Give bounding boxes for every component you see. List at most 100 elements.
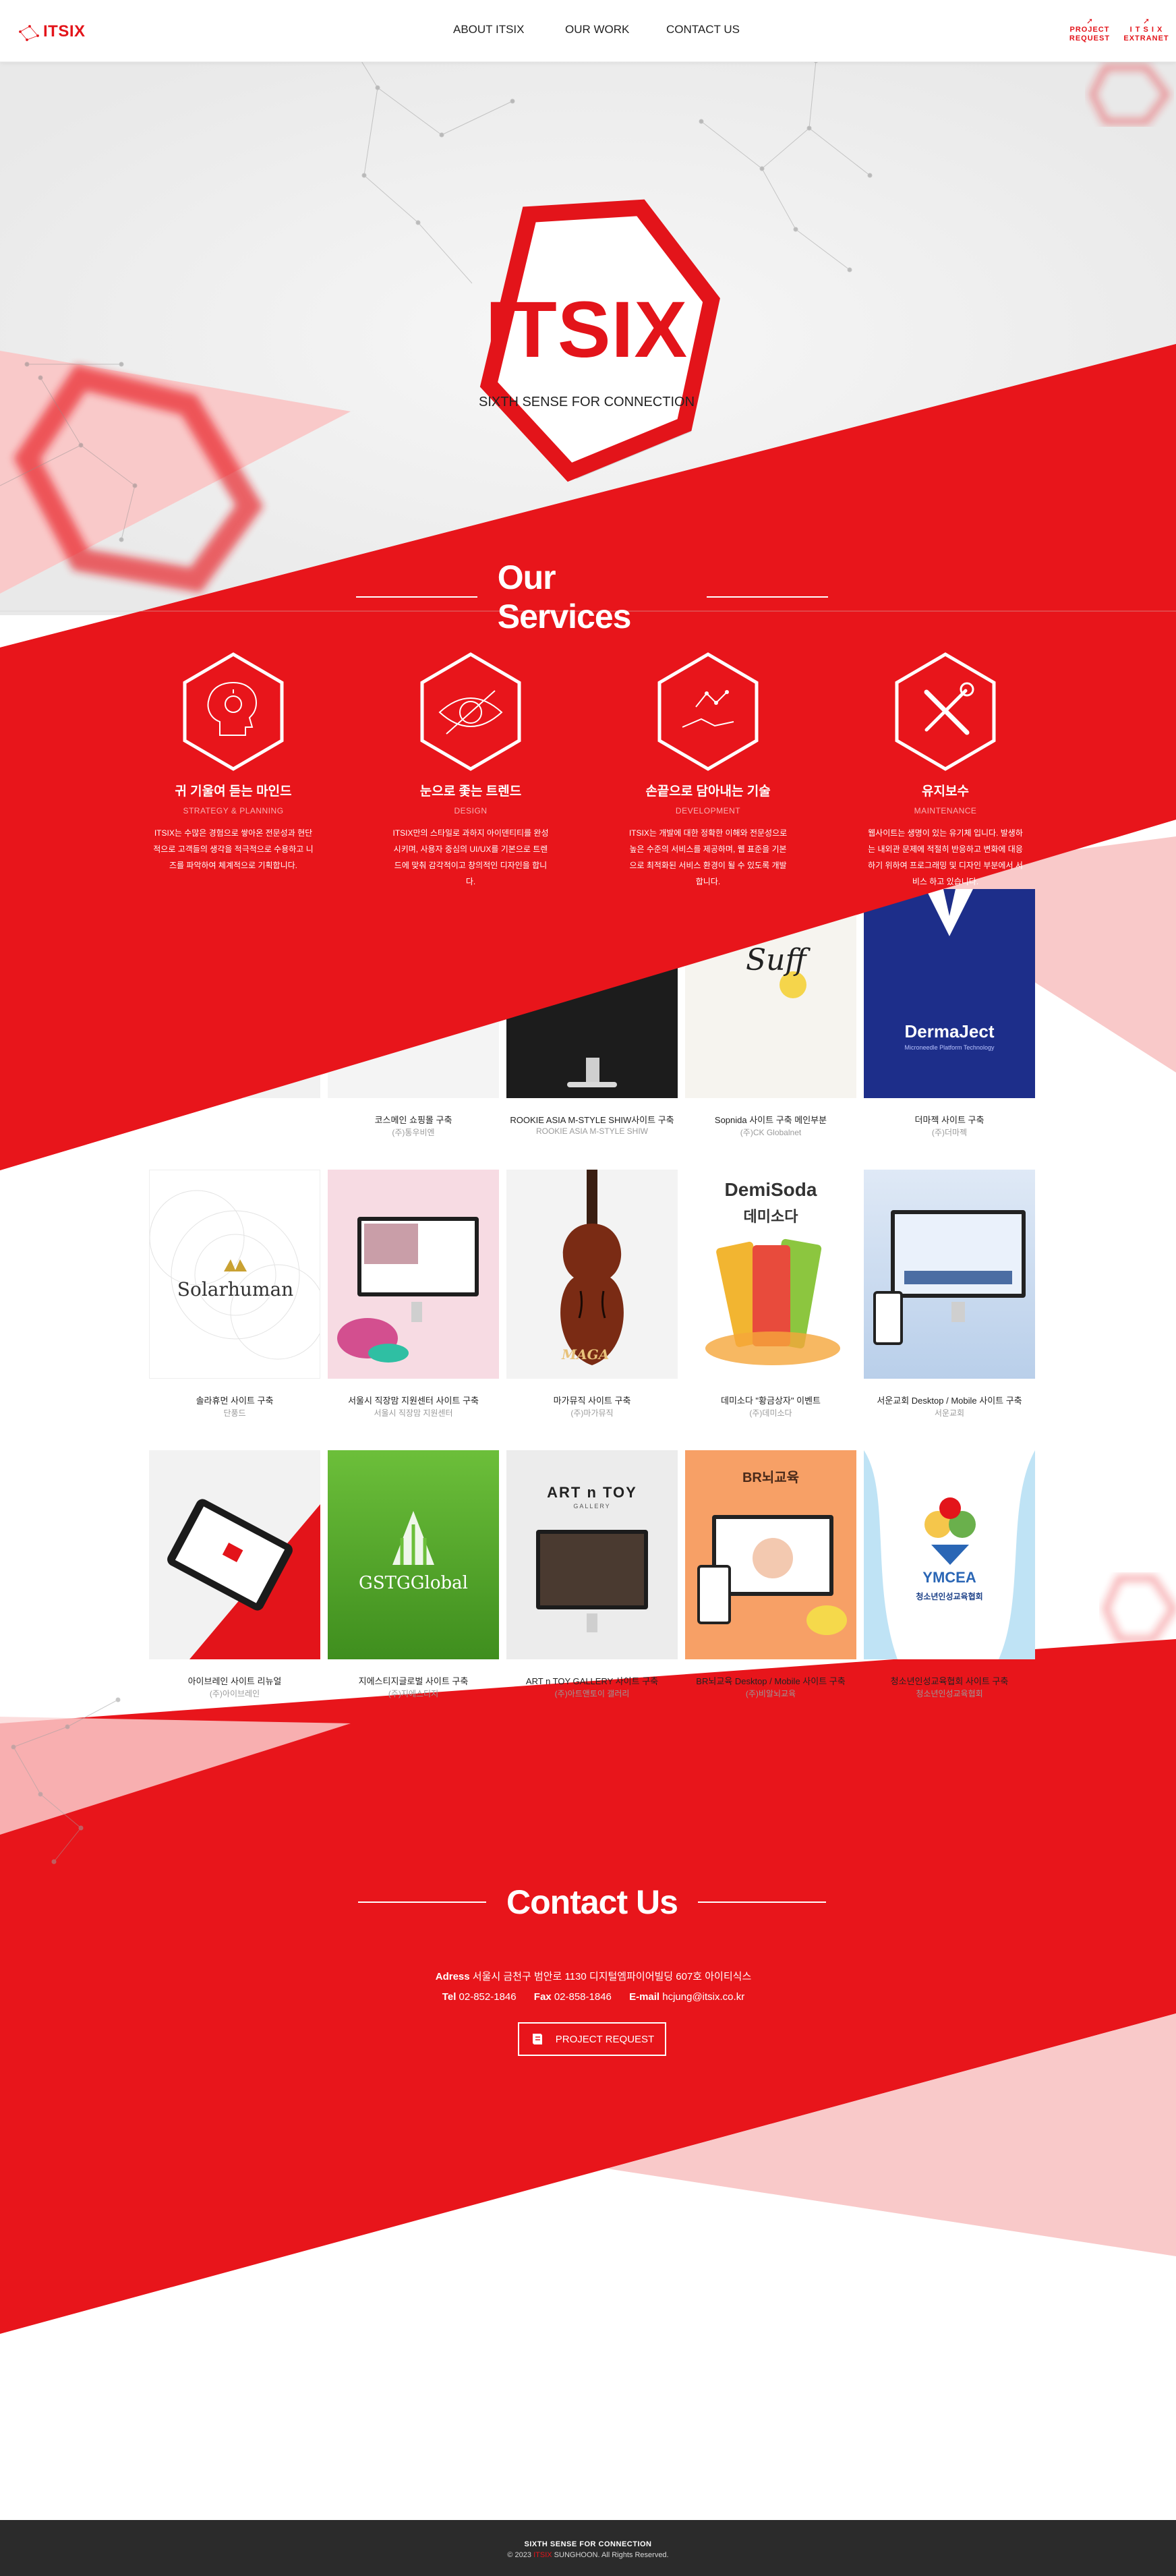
portfolio-card[interactable]: MAGA 마가뮤직 사이트 구축 (주)마가뮤직	[506, 1170, 678, 1426]
portfolio-card[interactable]: 서울시 직장맘 지원센터 사이트 구축 서울시 직장맘 지원센터	[328, 1170, 499, 1426]
portfolio-card[interactable]: Solarhuman 솔라휴먼 사이트 구축 단풍드	[149, 1170, 320, 1426]
nav-about[interactable]: ABOUT ITSIX	[453, 23, 565, 36]
portfolio-thumbnail: ART n TOY GALLERY	[506, 1450, 678, 1659]
service-description: 웹사이트는 생명이 있는 유기체 입니다. 발생하는 내외관 문제에 적절히 반…	[868, 828, 1023, 886]
portfolio-card[interactable]: ROOKIE ASIA M-STYLE SHIW사이트 구축 ROOKIE AS…	[506, 889, 678, 1145]
head-idea-icon	[183, 652, 284, 771]
contact-address-line: Adress 서울시 금천구 범안로 1130 디지털엠파이어빌딩 607호 아…	[297, 1967, 890, 1987]
copyright-suffix: SUNGHOON. All Rights Reserved.	[554, 2551, 669, 2559]
main-nav: ABOUT ITSIX OUR WORK CONTACT US	[453, 23, 747, 36]
site-logo[interactable]: ITSIX	[18, 15, 112, 49]
portfolio-card[interactable]: DemiSoda 데미소다 데미소다 "황금상자" 이벤트 (주)데미소다	[685, 1170, 856, 1426]
portfolio-client: (주)아이브레인	[209, 1689, 260, 1698]
portfolio-card[interactable]: 코스메인 쇼핑몰 구축 (주)통우비엔	[328, 889, 499, 1145]
portfolio-thumbnail: YMCEA 청소년인성교육협회	[864, 1450, 1035, 1659]
address-label: Adress	[435, 1971, 470, 1982]
portfolio-thumbnail	[149, 1450, 320, 1659]
portfolio-thumbnail	[506, 889, 678, 1098]
tel-label: Tel	[442, 1991, 457, 2003]
contact-title: Contact Us	[506, 1883, 678, 1921]
portfolio-client: (주)CK Globalnet	[740, 1128, 802, 1137]
ymcea-logo: YMCEA	[922, 1569, 976, 1586]
portfolio-card[interactable]: YMCEA 청소년인성교육협회 청소년인성교육협회 사이트 구축 청소년인성교육…	[864, 1450, 1035, 1707]
fax-label: Fax	[533, 1991, 552, 2003]
hero-subtitle: SIXTH SENSE FOR CONNECTION	[478, 395, 695, 409]
project-request-link[interactable]: ➚ PROJECT REQUEST	[1065, 16, 1114, 43]
footer-copyright: © 2023 ITSIX SUNGHOON. All Rights Reserv…	[0, 2551, 1176, 2559]
portfolio-name: 코스메인 쇼핑몰 구축	[374, 1115, 452, 1125]
service-subtitle: MAINTENANCE	[914, 806, 977, 815]
extranet-link[interactable]: ➚ I T S I X EXTRANET	[1122, 16, 1171, 43]
portfolio-thumbnail: DemiSoda 데미소다	[685, 1170, 856, 1379]
nav-our-work[interactable]: OUR WORK	[565, 23, 666, 36]
portfolio-card[interactable]: Suff Sopnida 사이트 구축 메인부분 (주)CK Globalnet	[685, 889, 856, 1145]
portfolio-client: 청소년인성교육협회	[916, 1689, 983, 1698]
portfolio-client: (주)마가뮤직	[570, 1408, 614, 1418]
heading-rule-right	[707, 596, 828, 598]
hand-tech-icon	[657, 652, 759, 771]
dermaject-logo: DermaJect	[904, 1021, 995, 1041]
site-footer: SIXTH SENSE FOR CONNECTION © 2023 ITSIX …	[0, 2520, 1176, 2576]
portfolio-card[interactable]: 아이브레인 사이트 리뉴얼 (주)아이브레인	[149, 1450, 320, 1707]
portfolio-card[interactable]: ART n TOY GALLERY ART n TOY GALLERY 사이트 …	[506, 1450, 678, 1707]
artntoy-logo: ART n TOY	[547, 1484, 637, 1501]
dermaject-tagline: Microneedle Platform Technology	[904, 1044, 995, 1051]
service-subtitle: DEVELOPMENT	[675, 806, 741, 815]
services-list: 귀 기울여 듣는 마인드 STRATEGY & PLANNING ITSIX는 …	[149, 652, 1066, 886]
portfolio-thumbnail	[328, 1170, 499, 1379]
tel-value: 02-852-1846	[459, 1991, 517, 2003]
portfolio-name: BR뇌교육 Desktop / Mobile 사이트 구축	[696, 1676, 846, 1686]
hero-title: ITSIX	[485, 285, 688, 374]
service-description: ITSIX만의 스타일로 과하지 아이덴티티를 완성시키며, 사용자 중심의 U…	[392, 828, 549, 886]
email-value[interactable]: hcjung@itsix.co.kr	[662, 1991, 744, 2003]
pointer-icon: ➚	[1142, 16, 1150, 26]
portfolio-client: (주)데미소다	[749, 1408, 792, 1418]
portfolio-name: 서울시 직장맘 지원센터 사이트 구축	[348, 1396, 479, 1406]
portfolio-card[interactable]: BR뇌교육 BR뇌교육 Desktop / Mobile 사이트 구축 (주)비…	[685, 1450, 856, 1707]
fax-value: 02-858-1846	[554, 1991, 612, 2003]
extranet-line2: EXTRANET	[1123, 34, 1169, 42]
portfolio-name: 지에스티지글로벌 사이트 구축	[358, 1676, 469, 1686]
extranet-line1: I T S I X	[1129, 26, 1163, 34]
demisoda-logo-kr: 데미소다	[743, 1208, 798, 1225]
portfolio-client: 서운교회	[934, 1408, 965, 1418]
portfolio-card[interactable]	[149, 889, 320, 1145]
portfolio-card[interactable]: GSTGGlobal 지에스티지글로벌 사이트 구축 (주)지에스티지	[328, 1450, 499, 1707]
project-request-line1: PROJECT	[1069, 26, 1110, 34]
service-description: ITSIX는 수많은 경험으로 쌓아온 전문성과 현단적으로 고객들의 생각을 …	[153, 828, 314, 870]
tools-icon	[895, 652, 996, 771]
email-label: E-mail	[629, 1991, 660, 2003]
ymcea-logo-kr: 청소년인성교육협회	[916, 1592, 983, 1601]
portfolio-name: 청소년인성교육협회 사이트 구축	[890, 1676, 1009, 1686]
portfolio-name: 서운교회 Desktop / Mobile 사이트 구축	[877, 1396, 1022, 1406]
service-title: 유지보수	[922, 784, 969, 799]
portfolio-name: 데미소다 "황금상자" 이벤트	[720, 1396, 821, 1406]
eye-icon	[420, 652, 521, 771]
service-item-maintenance: 유지보수 MAINTENANCE 웹사이트는 생명이 있는 유기체 입니다. 발…	[861, 652, 1030, 890]
service-title: 귀 기울여 듣는 마인드	[175, 784, 292, 799]
portfolio-name: 솔라휴먼 사이트 구축	[196, 1396, 274, 1406]
portfolio-thumbnail: BR뇌교육	[685, 1450, 856, 1659]
portfolio-card[interactable]: 서운교회 Desktop / Mobile 사이트 구축 서운교회	[864, 1170, 1035, 1426]
brain-logo: BR뇌교육	[742, 1470, 800, 1485]
portfolio-card[interactable]: DermaJect Microneedle Platform Technolog…	[864, 889, 1035, 1145]
copyright-brand: ITSIX	[533, 2551, 552, 2559]
portfolio-name: 아이브레인 사이트 리뉴얼	[187, 1676, 282, 1686]
portfolio-client: (주)아트앤토이 갤러리	[554, 1689, 630, 1698]
portfolio-thumbnail	[149, 889, 320, 1098]
portfolio-client: (주)지에스티지	[388, 1689, 439, 1698]
portfolio-name: ROOKIE ASIA M-STYLE SHIW사이트 구축	[510, 1115, 674, 1125]
heading-rule-left	[356, 596, 477, 598]
project-request-button[interactable]: PROJECT REQUEST	[518, 2022, 666, 2056]
project-request-label: PROJECT REQUEST	[555, 2033, 655, 2045]
portfolio-name: ART n TOY GALLERY 사이트 구축	[525, 1676, 659, 1686]
portfolio-thumbnail: Solarhuman	[149, 1170, 320, 1379]
pointer-icon: ➚	[1086, 16, 1094, 26]
contact-phone-line: Tel 02-852-1846 Fax 02-858-1846 E-mail h…	[297, 1987, 890, 2007]
portfolio-client: (주)비알뇌교육	[745, 1689, 796, 1698]
nav-contact[interactable]: CONTACT US	[666, 23, 747, 36]
contact-info: Adress 서울시 금천구 범안로 1130 디지털엠파이어빌딩 607호 아…	[297, 1967, 890, 2007]
portfolio-thumbnail: Suff	[685, 889, 856, 1098]
portfolio-client: ROOKIE ASIA M-STYLE SHIW	[535, 1126, 649, 1136]
portfolio-thumbnail	[864, 1170, 1035, 1379]
